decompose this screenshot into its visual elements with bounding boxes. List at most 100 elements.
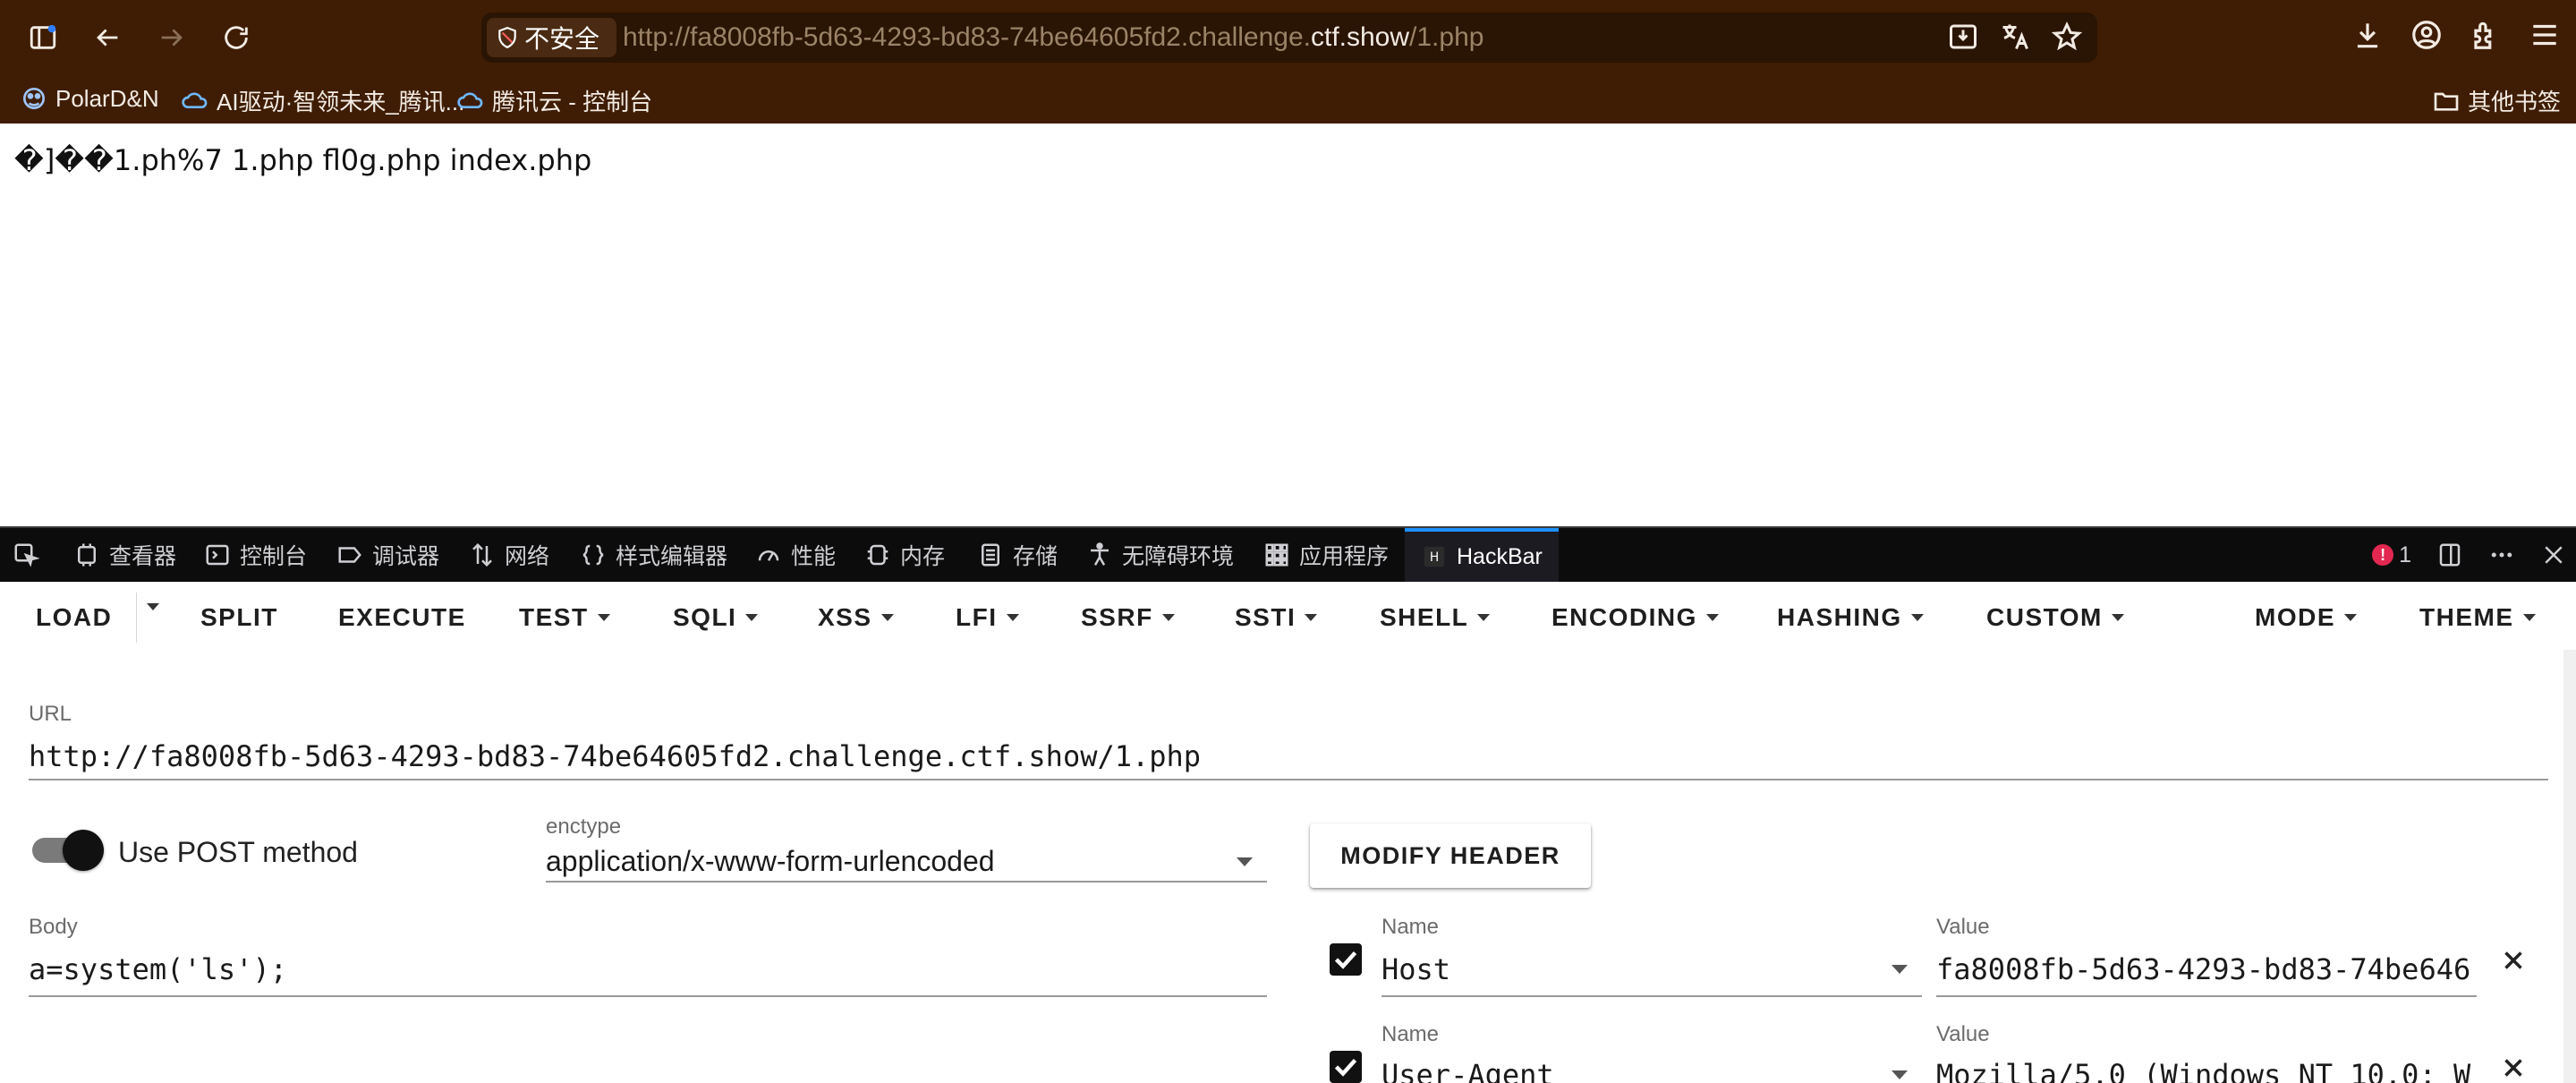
header-user-agent-checkbox[interactable] <box>1330 1051 1362 1083</box>
security-badge[interactable]: 不安全 <box>487 18 616 57</box>
remove-header-icon[interactable] <box>2498 945 2529 976</box>
extensions-icon[interactable] <box>2469 18 2503 52</box>
tab-memory[interactable]: 内存 <box>864 528 945 582</box>
tab-application[interactable]: 应用程序 <box>1263 528 1389 582</box>
page-content: �]��1.ph%7 1.php fl0g.php index.php <box>0 124 2576 526</box>
bookmark-label: PolarD&N <box>55 84 159 112</box>
menu-load[interactable]: LOAD <box>36 603 112 632</box>
close-devtools-icon[interactable] <box>2540 542 2567 568</box>
remove-header-icon[interactable] <box>2498 1053 2529 1083</box>
sidebar-toggle-icon[interactable] <box>23 18 63 57</box>
tab-debugger[interactable]: 调试器 <box>336 528 439 582</box>
header-host-checkbox[interactable] <box>1330 943 1362 976</box>
header-host-name[interactable]: Host <box>1382 952 1883 986</box>
chevron-down-icon[interactable] <box>1237 857 1253 866</box>
header-name-label: Name <box>1382 915 1440 939</box>
browser-toolbar: 不安全 http://fa8008fb-5d63-4293-bd83-74be6… <box>0 0 2576 75</box>
console-icon <box>206 544 229 566</box>
body-field[interactable]: a=system('ls'); <box>29 952 1263 986</box>
account-icon[interactable] <box>2410 18 2444 52</box>
performance-icon <box>758 550 779 561</box>
application-icon <box>1265 543 1288 567</box>
menu-xss[interactable]: XSS <box>818 603 894 632</box>
menu-test[interactable]: TEST <box>519 603 610 632</box>
browser-chrome: 不安全 http://fa8008fb-5d63-4293-bd83-74be6… <box>0 0 2576 124</box>
url-field[interactable]: http://fa8008fb-5d63-4293-bd83-74be64605… <box>29 739 2534 773</box>
chevron-down-icon[interactable] <box>1892 1070 1908 1079</box>
menu-ssti[interactable]: SSTI <box>1235 603 1318 632</box>
header-user-agent-value[interactable]: Mozilla/5.0 (Windows NT 10.0; W <box>1936 1058 2477 1083</box>
menu-ssrf[interactable]: SSRF <box>1081 603 1175 632</box>
tab-network[interactable]: 网络 <box>469 528 549 582</box>
menu-sqli[interactable]: SQLI <box>673 603 759 632</box>
header-host-value[interactable]: fa8008fb-5d63-4293-bd83-74be646 <box>1936 952 2477 986</box>
check-icon <box>1334 1058 1357 1077</box>
header-name-underline <box>1382 995 1922 997</box>
back-arrow-icon[interactable] <box>88 18 127 57</box>
chevron-down-icon <box>745 614 759 621</box>
element-picker-icon[interactable] <box>13 528 39 582</box>
tencent-cloud-icon <box>457 91 483 108</box>
star-icon[interactable] <box>2051 21 2083 53</box>
address-bar[interactable]: 不安全 http://fa8008fb-5d63-4293-bd83-74be6… <box>481 13 2097 63</box>
devtools-panel: 查看器 控制台 调试器 网络 样式编辑器 性能 内存 存储 无障碍环境 应用程序… <box>0 526 2576 1083</box>
address-bar-actions <box>1947 21 2083 53</box>
tab-accessibility[interactable]: 无障碍环境 <box>1086 528 1234 582</box>
menu-load-dropdown[interactable] <box>147 603 159 610</box>
chevron-down-icon <box>1705 614 1719 621</box>
menu-encoding[interactable]: ENCODING <box>1552 603 1719 632</box>
header-user-agent-name[interactable]: User-Agent <box>1382 1058 1883 1083</box>
chevron-down-icon <box>1161 614 1175 621</box>
chevron-down-icon[interactable] <box>1892 965 1908 974</box>
translate-icon[interactable] <box>1999 21 2031 53</box>
post-toggle-knob[interactable] <box>63 830 104 871</box>
tab-hackbar[interactable]: H HackBar <box>1405 528 1559 582</box>
hackbar-scrollbar[interactable] <box>2563 650 2576 1083</box>
tab-console[interactable]: 控制台 <box>204 528 307 582</box>
enctype-label: enctype <box>546 814 622 839</box>
install-app-icon[interactable] <box>1947 21 1979 53</box>
menu-execute[interactable]: EXECUTE <box>338 603 466 632</box>
url-field-label: URL <box>29 702 72 726</box>
tab-storage[interactable]: 存储 <box>977 528 1058 582</box>
svg-text:H: H <box>1430 550 1439 565</box>
inspector-icon <box>78 543 96 567</box>
chevron-down-icon <box>1910 614 1924 621</box>
modify-header-button[interactable]: MODIFY HEADER <box>1310 823 1591 888</box>
bookmark-label: 腾讯云 - 控制台 <box>492 89 653 115</box>
menu-shell[interactable]: SHELL <box>1380 603 1491 632</box>
other-bookmarks[interactable]: 其他书签 <box>2432 84 2561 117</box>
tab-performance[interactable]: 性能 <box>755 528 836 582</box>
tab-inspector[interactable]: 查看器 <box>73 528 176 582</box>
bookmark-tencent-console[interactable]: 腾讯云 - 控制台 <box>456 84 652 117</box>
bookmark-label: AI驱动·智领未来_腾讯... <box>217 89 465 115</box>
menu-icon[interactable] <box>2528 18 2562 52</box>
menu-custom[interactable]: CUSTOM <box>1986 603 2124 632</box>
security-label: 不安全 <box>524 25 600 53</box>
dock-side-icon[interactable] <box>2436 542 2463 568</box>
polar-icon <box>23 88 45 109</box>
menu-hashing[interactable]: HASHING <box>1777 603 1924 632</box>
menu-split[interactable]: SPLIT <box>200 603 278 632</box>
menu-lfi[interactable]: LFI <box>956 603 1019 632</box>
chevron-down-icon <box>147 603 159 610</box>
storage-icon <box>982 543 999 567</box>
devtools-right-actions: ! 1 <box>2372 528 2567 582</box>
tab-style-editor[interactable]: 样式编辑器 <box>580 528 727 582</box>
error-count-badge[interactable]: ! 1 <box>2372 542 2411 568</box>
download-icon[interactable] <box>2351 18 2385 52</box>
bookmark-tencent-ai[interactable]: AI驱动·智领未来_腾讯... <box>181 84 464 117</box>
browser-right-tools <box>2351 18 2562 52</box>
bookmark-polar[interactable]: PolarD&N <box>20 84 159 113</box>
menu-mode[interactable]: MODE <box>2255 603 2357 632</box>
chevron-down-icon <box>597 614 610 621</box>
header-value-label: Value <box>1936 915 1990 939</box>
address-url[interactable]: http://fa8008fb-5d63-4293-bd83-74be64605… <box>623 22 1484 53</box>
enctype-select[interactable]: application/x-www-form-urlencoded <box>546 845 1226 878</box>
menu-theme[interactable]: THEME <box>2419 603 2536 632</box>
more-options-icon[interactable] <box>2488 542 2515 568</box>
forward-arrow-icon[interactable] <box>152 18 191 57</box>
chevron-down-icon <box>1006 614 1019 621</box>
network-icon <box>472 542 492 567</box>
reload-icon[interactable] <box>217 18 256 57</box>
